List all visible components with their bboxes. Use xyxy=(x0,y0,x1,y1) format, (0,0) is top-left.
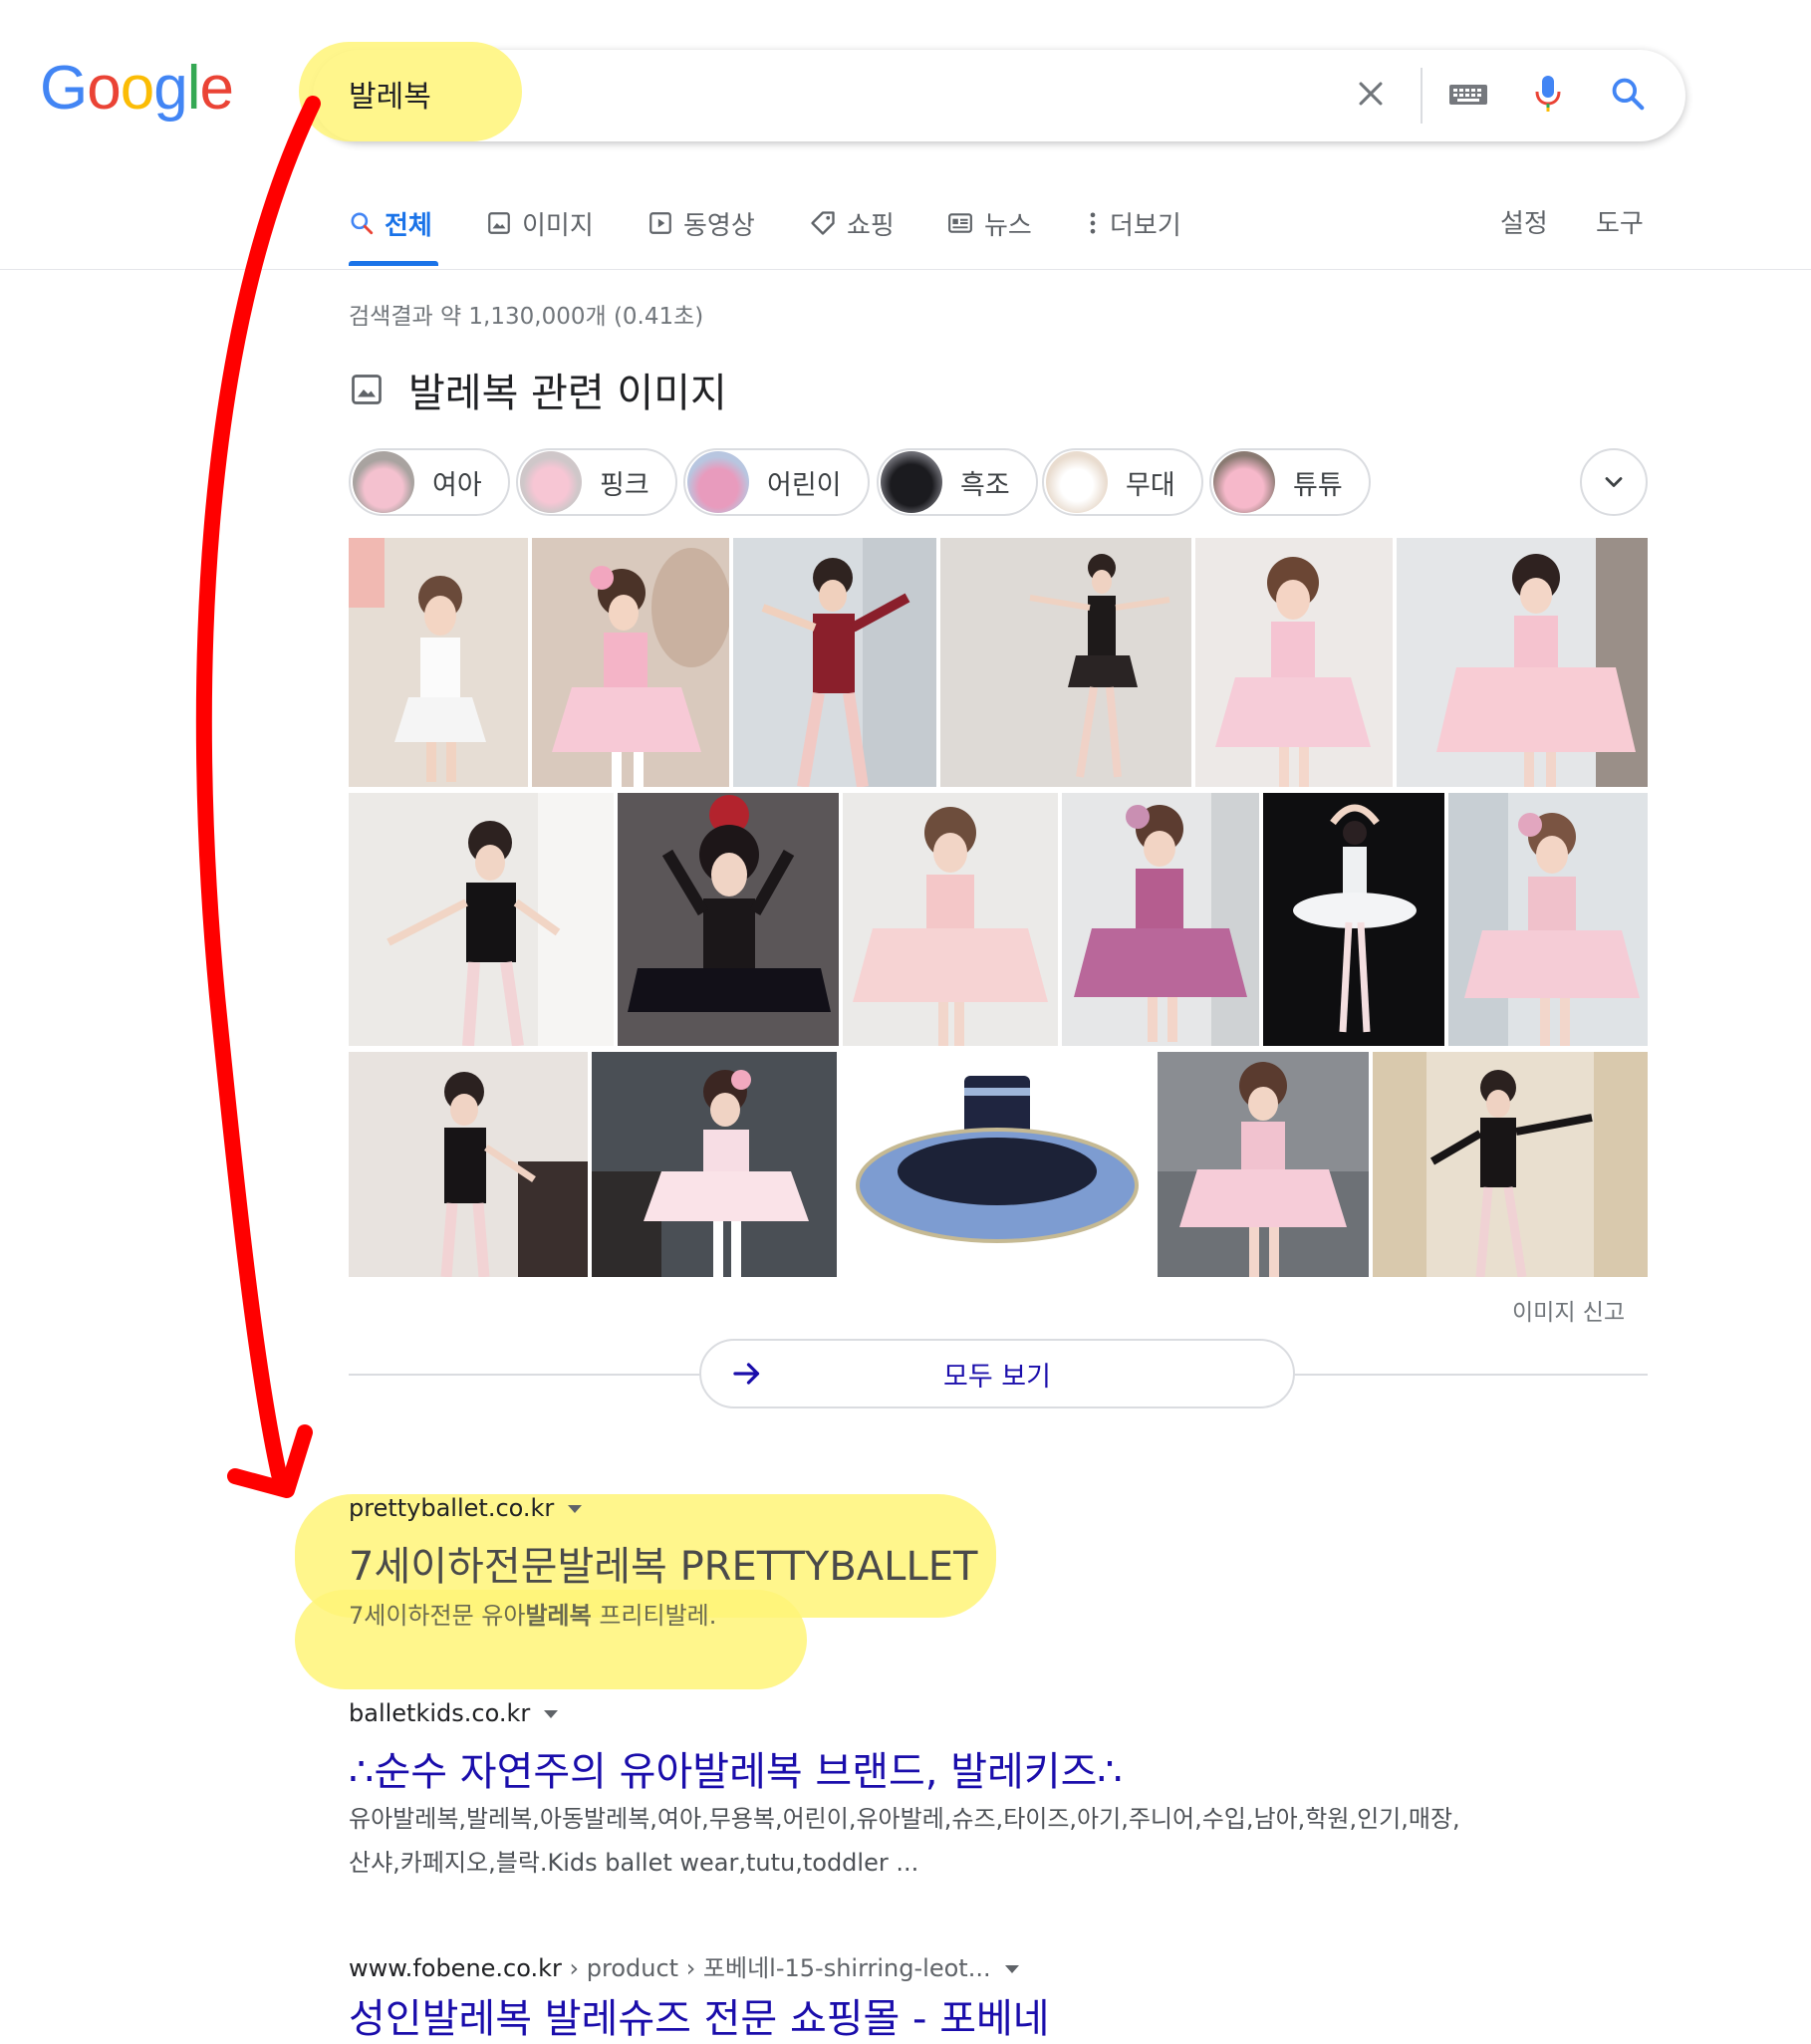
image-thumbnail[interactable] xyxy=(618,793,839,1046)
chip-label: 흑조 xyxy=(960,469,1010,501)
chip-label: 핑크 xyxy=(600,469,649,501)
tab-videos[interactable]: 동영상 xyxy=(647,203,755,243)
settings-link[interactable]: 설정 xyxy=(1500,203,1548,240)
caret-down-icon[interactable] xyxy=(568,1505,583,1513)
result-site[interactable]: prettyballet.co.kr xyxy=(349,1494,583,1522)
snippet-line: 유아발레복,발레복,아동발레복,여아,무용복,어린이,유아발레,슈즈,타이즈,아… xyxy=(349,1805,1460,1833)
caret-down-icon[interactable] xyxy=(1004,1965,1019,1973)
search-icon[interactable] xyxy=(1600,66,1656,122)
chip-label: 어린이 xyxy=(767,469,842,501)
image-thumbnail[interactable] xyxy=(532,538,729,787)
chip-label: 무대 xyxy=(1126,469,1175,501)
tab-label: 뉴스 xyxy=(984,210,1032,241)
expand-chips-button[interactable] xyxy=(1580,448,1648,516)
image-icon xyxy=(488,212,510,234)
image-thumbnail[interactable] xyxy=(733,538,936,787)
chip-stage[interactable]: 무대 xyxy=(1042,448,1203,516)
image-thumbnail[interactable] xyxy=(940,538,1191,787)
image-thumbnail[interactable] xyxy=(1263,793,1444,1046)
chip-pink[interactable]: 핑크 xyxy=(516,448,677,516)
keyboard-icon[interactable] xyxy=(1440,66,1496,122)
result-site[interactable]: balletkids.co.kr xyxy=(349,1699,559,1727)
image-thumbnail[interactable] xyxy=(349,1052,588,1277)
chip-children[interactable]: 어린이 xyxy=(683,448,870,516)
image-thumbnail[interactable] xyxy=(841,1052,1154,1277)
caret-down-icon[interactable] xyxy=(544,1710,559,1718)
result-site[interactable]: www.fobene.co.kr › product › 포베네l-15-shi… xyxy=(349,1948,1019,1983)
see-all-button[interactable]: 모두 보기 xyxy=(699,1339,1295,1408)
result-snippet: 7세이하전문 유아발레복 프리티발레. xyxy=(349,1594,1594,1638)
image-thumbnail[interactable] xyxy=(349,793,614,1046)
image-thumbnail[interactable] xyxy=(1373,1052,1648,1277)
tab-label: 쇼핑 xyxy=(847,210,895,241)
result-site-url: prettyballet.co.kr xyxy=(349,1494,555,1522)
logo-letter: g xyxy=(153,54,187,123)
tab-label: 전체 xyxy=(385,210,432,241)
chip-thumbnail xyxy=(353,451,414,513)
image-thumbnail[interactable] xyxy=(1397,538,1648,787)
tab-label: 동영상 xyxy=(683,210,755,241)
logo-letter: o xyxy=(87,54,121,123)
chip-thumbnail xyxy=(520,451,582,513)
logo-letter: e xyxy=(199,54,233,123)
chip-thumbnail xyxy=(687,451,749,513)
tabs-divider xyxy=(0,269,1811,270)
result-site-url: www.fobene.co.kr xyxy=(349,1954,562,1982)
chip-thumbnail xyxy=(1046,451,1108,513)
result-breadcrumb: › product › 포베네l-15-shirring-leot... xyxy=(561,1954,991,1982)
search-divider xyxy=(1421,68,1423,124)
see-all-label: 모두 보기 xyxy=(943,1361,1051,1393)
microphone-icon[interactable] xyxy=(1520,66,1576,122)
chip-label: 여아 xyxy=(432,469,482,501)
images-section-header: 발레복 관련 이미지 xyxy=(349,361,727,418)
logo-letter: l xyxy=(186,54,201,123)
video-icon xyxy=(649,212,671,234)
chip-thumbnail xyxy=(881,451,942,513)
snippet-line: 산샤,카페지오,블락.Kids ballet wear,tutu,toddler… xyxy=(349,1849,919,1877)
chip-tutu[interactable]: 튜튜 xyxy=(1209,448,1371,516)
clear-icon[interactable] xyxy=(1343,66,1399,122)
chip-black-swan[interactable]: 흑조 xyxy=(877,448,1038,516)
snippet-text: 프리티발레. xyxy=(591,1602,717,1630)
result-title[interactable]: ∴순수 자연주의 유아발레복 브랜드, 발레키즈∴ xyxy=(349,1739,1123,1797)
news-icon xyxy=(948,213,972,233)
chip-girl[interactable]: 여아 xyxy=(349,448,510,516)
image-thumbnail[interactable] xyxy=(1062,793,1259,1046)
result-title[interactable]: 7세이하전문발레복 PRETTYBALLET xyxy=(349,1534,977,1592)
chip-thumbnail xyxy=(1213,451,1275,513)
image-thumbnail[interactable] xyxy=(1195,538,1393,787)
report-images-link[interactable]: 이미지 신고 xyxy=(1512,1293,1625,1327)
tag-icon xyxy=(811,211,835,235)
image-thumbnail[interactable] xyxy=(349,538,528,787)
tab-label: 이미지 xyxy=(522,210,594,241)
snippet-text: 7세이하전문 유아 xyxy=(349,1602,526,1630)
snippet-bold: 발레복 xyxy=(525,1602,592,1630)
tab-images[interactable]: 이미지 xyxy=(486,203,594,243)
logo-letter: o xyxy=(120,54,154,123)
result-site-url: balletkids.co.kr xyxy=(349,1699,531,1727)
image-thumbnail[interactable] xyxy=(843,793,1058,1046)
tab-shopping[interactable]: 쇼핑 xyxy=(809,203,895,243)
tab-news[interactable]: 뉴스 xyxy=(946,203,1032,243)
more-icon xyxy=(1090,212,1096,234)
result-snippet: 유아발레복,발레복,아동발레복,여아,무용복,어린이,유아발레,슈즈,타이즈,아… xyxy=(349,1797,1594,1885)
chevron-down-icon xyxy=(1605,477,1623,487)
result-title[interactable]: 성인발레복 발레슈즈 전문 쇼핑몰 - 포베네 xyxy=(349,1986,1050,2044)
image-thumbnail[interactable] xyxy=(592,1052,837,1277)
tools-link[interactable]: 도구 xyxy=(1596,203,1644,240)
tab-more[interactable]: 더보기 xyxy=(1086,203,1181,243)
search-input[interactable]: 발레복 xyxy=(349,72,431,116)
chip-label: 튜튜 xyxy=(1293,469,1343,501)
tab-label: 더보기 xyxy=(1110,210,1181,241)
google-logo[interactable]: Google xyxy=(40,54,234,123)
tab-all[interactable]: 전체 xyxy=(349,203,432,243)
images-section-title: 발레복 관련 이미지 xyxy=(408,371,727,416)
search-icon xyxy=(351,212,374,235)
logo-letter: G xyxy=(40,54,88,123)
image-thumbnail[interactable] xyxy=(1448,793,1648,1046)
result-stats: 검색결과 약 1,130,000개 (0.41초) xyxy=(349,304,704,330)
image-thumbnail[interactable] xyxy=(1158,1052,1369,1277)
active-tab-indicator xyxy=(349,261,438,266)
image-icon xyxy=(352,375,382,404)
